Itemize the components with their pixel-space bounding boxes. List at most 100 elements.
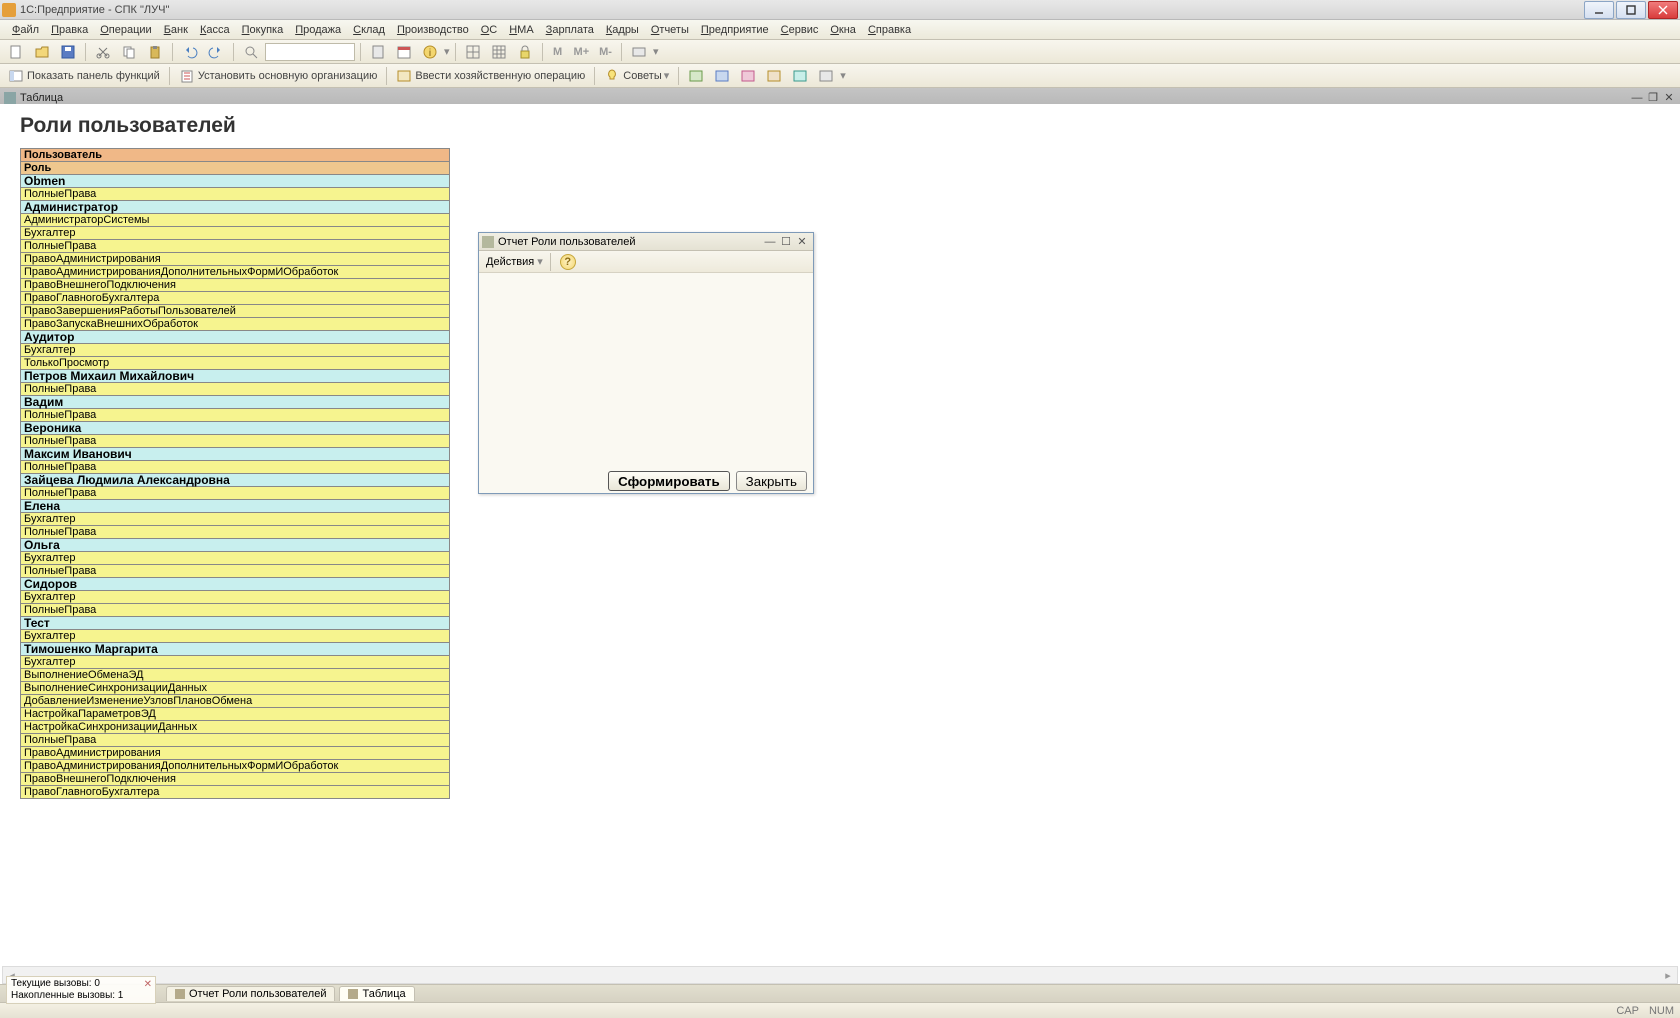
role-row[interactable]: ПолныеПрава [21, 435, 450, 448]
window-maximize-button[interactable] [1616, 1, 1646, 19]
user-row[interactable]: Ольга [21, 539, 450, 552]
role-row[interactable]: НастройкаПараметровЭД [21, 708, 450, 721]
undo-button[interactable] [178, 42, 202, 62]
save-button[interactable] [56, 42, 80, 62]
role-row[interactable]: АдминистраторСистемы [21, 214, 450, 227]
menu-касса[interactable]: Касса [194, 22, 236, 38]
role-row[interactable]: Бухгалтер [21, 630, 450, 643]
grid-icon[interactable] [461, 42, 485, 62]
menu-зарплата[interactable]: Зарплата [540, 22, 600, 38]
user-row[interactable]: Елена [21, 500, 450, 513]
role-row[interactable]: Бухгалтер [21, 227, 450, 240]
set-org-button[interactable]: Установить основную организацию [175, 66, 382, 86]
role-row[interactable]: ПолныеПрава [21, 461, 450, 474]
user-row[interactable]: Тест [21, 617, 450, 630]
menu-кадры[interactable]: Кадры [600, 22, 645, 38]
info-button[interactable]: i [418, 42, 442, 62]
tips-button[interactable]: Советы▾ [600, 66, 673, 86]
help-icon[interactable]: ? [560, 254, 576, 270]
user-row[interactable]: Зайцева Людмила Александровна [21, 474, 450, 487]
menu-производство[interactable]: Производство [391, 22, 475, 38]
role-row[interactable]: ВыполнениеОбменаЭД [21, 669, 450, 682]
menu-покупка[interactable]: Покупка [236, 22, 290, 38]
user-row[interactable]: Obmen [21, 175, 450, 188]
role-row[interactable]: Бухгалтер [21, 552, 450, 565]
menu-ос[interactable]: ОС [475, 22, 504, 38]
role-row[interactable]: НастройкаСинхронизацииДанных [21, 721, 450, 734]
role-row[interactable]: ПравоГлавногоБухгалтера [21, 786, 450, 799]
menu-склад[interactable]: Склад [347, 22, 391, 38]
user-row[interactable]: Аудитор [21, 331, 450, 344]
cut-button[interactable] [91, 42, 115, 62]
menu-правка[interactable]: Правка [45, 22, 94, 38]
user-row[interactable]: Сидоров [21, 578, 450, 591]
role-row[interactable]: ПравоВнешнегоПодключения [21, 279, 450, 292]
menu-продажа[interactable]: Продажа [289, 22, 347, 38]
menu-отчеты[interactable]: Отчеты [645, 22, 695, 38]
role-row[interactable]: ПравоГлавногоБухгалтера [21, 292, 450, 305]
role-row[interactable]: ТолькоПросмотр [21, 357, 450, 370]
tool-b[interactable] [710, 66, 734, 86]
menu-нма[interactable]: НМА [503, 22, 539, 38]
copy-button[interactable] [117, 42, 141, 62]
new-button[interactable] [4, 42, 28, 62]
calendar-button[interactable] [392, 42, 416, 62]
scroll-right-arrow[interactable]: ▸ [1659, 967, 1677, 983]
m-minus-button[interactable]: M- [595, 42, 616, 62]
doc-minimize-button[interactable]: — [1630, 91, 1644, 105]
role-row[interactable]: ДобавлениеИзменениеУзловПлановОбмена [21, 695, 450, 708]
menu-файл[interactable]: Файл [6, 22, 45, 38]
menu-окна[interactable]: Окна [824, 22, 862, 38]
dialog-maximize-button[interactable]: ☐ [778, 235, 794, 249]
calc-button[interactable] [366, 42, 390, 62]
user-row[interactable]: Администратор [21, 201, 450, 214]
menu-справка[interactable]: Справка [862, 22, 917, 38]
paste-button[interactable] [143, 42, 167, 62]
doc-close-button[interactable]: ✕ [1662, 91, 1676, 105]
calls-close-button[interactable]: ✕ [144, 979, 152, 991]
grid2-icon[interactable] [487, 42, 511, 62]
role-row[interactable]: ПравоАдминистрированияДополнительныхФорм… [21, 266, 450, 279]
user-row[interactable]: Вадим [21, 396, 450, 409]
role-row[interactable]: Бухгалтер [21, 344, 450, 357]
role-row[interactable]: ПолныеПрава [21, 487, 450, 500]
lock-icon[interactable] [513, 42, 537, 62]
role-row[interactable]: ПолныеПрава [21, 526, 450, 539]
role-row[interactable]: ПравоВнешнегоПодключения [21, 773, 450, 786]
dialog-minimize-button[interactable]: — [762, 235, 778, 249]
role-row[interactable]: ПолныеПрава [21, 240, 450, 253]
role-row[interactable]: Бухгалтер [21, 591, 450, 604]
m-button[interactable]: M [548, 42, 568, 62]
menu-операции[interactable]: Операции [94, 22, 157, 38]
role-row[interactable]: ПравоЗапускаВнешнихОбработок [21, 318, 450, 331]
window-minimize-button[interactable] [1584, 1, 1614, 19]
horizontal-scrollbar[interactable]: ◂ ▸ [2, 966, 1678, 984]
action-icon[interactable] [627, 42, 651, 62]
user-row[interactable]: Петров Михаил Михайлович [21, 370, 450, 383]
m-plus-button[interactable]: M+ [570, 42, 594, 62]
role-row[interactable]: ПолныеПрава [21, 565, 450, 578]
redo-button[interactable] [204, 42, 228, 62]
role-row[interactable]: ПравоАдминистрирования [21, 747, 450, 760]
role-row[interactable]: Бухгалтер [21, 656, 450, 669]
tool-d[interactable] [762, 66, 786, 86]
role-row[interactable]: ПравоАдминистрированияДополнительныхФорм… [21, 760, 450, 773]
bottom-tab-report[interactable]: Отчет Роли пользователей [166, 986, 335, 1001]
bottom-tab-table[interactable]: Таблица [339, 986, 414, 1001]
dialog-close-button[interactable]: ✕ [794, 235, 810, 249]
role-row[interactable]: Бухгалтер [21, 513, 450, 526]
search-input[interactable] [265, 43, 355, 61]
role-row[interactable]: ПравоЗавершенияРаботыПользователей [21, 305, 450, 318]
role-row[interactable]: ПолныеПрава [21, 604, 450, 617]
generate-button[interactable]: Сформировать [608, 471, 730, 491]
role-row[interactable]: ПолныеПрава [21, 383, 450, 396]
role-row[interactable]: ПравоАдминистрирования [21, 253, 450, 266]
menu-банк[interactable]: Банк [158, 22, 194, 38]
role-row[interactable]: ВыполнениеСинхронизацииДанных [21, 682, 450, 695]
menu-сервис[interactable]: Сервис [775, 22, 825, 38]
user-row[interactable]: Максим Иванович [21, 448, 450, 461]
open-button[interactable] [30, 42, 54, 62]
user-row[interactable]: Вероника [21, 422, 450, 435]
tool-c[interactable] [736, 66, 760, 86]
enter-op-button[interactable]: Ввести хозяйственную операцию [392, 66, 589, 86]
